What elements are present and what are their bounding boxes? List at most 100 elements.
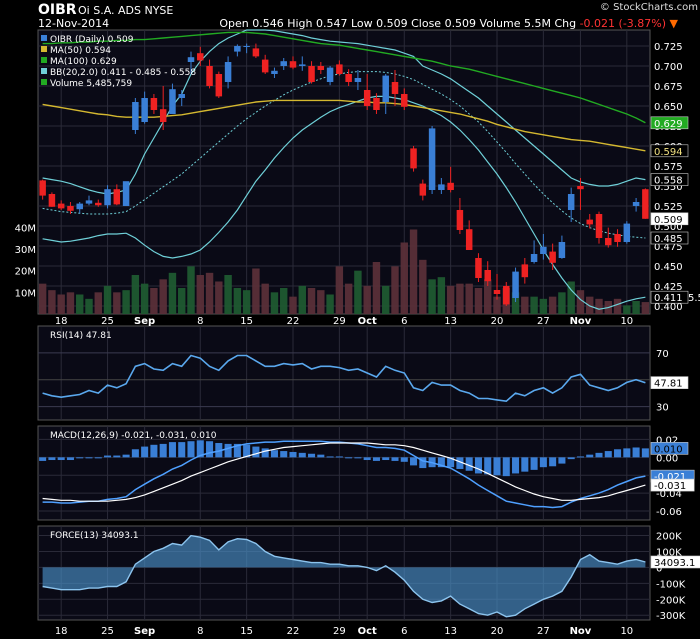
candle-body	[391, 82, 399, 94]
macd-histogram-bar	[345, 457, 353, 459]
candle-body	[512, 271, 519, 298]
candle-body	[438, 184, 445, 190]
price-value-tag: 0.594	[654, 147, 683, 158]
macd-histogram-bar	[632, 447, 640, 458]
candle-body	[447, 182, 454, 190]
candle-body	[465, 229, 473, 250]
candle-body	[39, 180, 46, 196]
macd-value-tag: -0.031	[654, 481, 686, 492]
force-value-tag: 34093.1	[654, 558, 695, 569]
volume-bar	[344, 283, 353, 314]
x-tick-label-bottom: Nov	[570, 626, 592, 637]
volume-bar	[242, 290, 251, 314]
x-tick-label-top: 29	[333, 316, 346, 327]
macd-histogram-bar	[94, 457, 102, 459]
candle-body	[567, 194, 575, 210]
candle-body	[187, 57, 195, 62]
x-tick-label-bottom: 13	[444, 626, 457, 637]
force-tick-label: -200K	[656, 595, 686, 606]
volume-tick-label: 20M	[15, 267, 36, 278]
volume-bar	[465, 283, 473, 314]
volume-bar	[289, 296, 297, 314]
candle-body	[345, 74, 352, 82]
x-tick-label-top: 18	[55, 316, 68, 327]
price-legend-entry: BB(20,2.0) 0.411 - 0.485 - 0.558	[50, 68, 196, 78]
x-tick-label-top: 27	[537, 316, 550, 327]
volume-bar	[298, 285, 306, 314]
candle-body	[623, 223, 631, 242]
macd-histogram-bar	[614, 449, 622, 458]
candle-body	[401, 94, 408, 107]
macd-histogram-bar	[57, 457, 65, 461]
force-tick-label: -300K	[656, 611, 686, 622]
volume-bar	[85, 298, 93, 314]
force-legend: FORCE(13) 34093.1	[50, 531, 139, 541]
volume-bar	[521, 296, 529, 314]
macd-histogram-bar	[48, 457, 56, 461]
volume-bar	[409, 229, 418, 314]
x-tick-label-top: 6	[401, 316, 407, 327]
candle-body	[169, 89, 176, 114]
candle-body	[85, 200, 93, 204]
macd-histogram-bar	[502, 457, 510, 477]
volume-bar	[419, 259, 427, 314]
candle-body	[521, 264, 529, 278]
candle-body	[410, 148, 417, 169]
x-tick-label-bottom: 27	[537, 626, 550, 637]
candle-body	[261, 59, 269, 73]
candle-body	[308, 66, 315, 82]
x-tick-label-top: 13	[444, 316, 457, 327]
price-value-tag: 0.629	[654, 119, 683, 130]
x-tick-label-bottom: 10	[620, 626, 633, 637]
force-tick-label: 200K	[656, 532, 682, 543]
volume-bar	[317, 290, 325, 314]
candle-body	[530, 254, 538, 262]
volume-bar	[595, 298, 603, 314]
macd-histogram-bar	[270, 450, 278, 458]
candle-body	[67, 206, 74, 211]
macd-histogram-bar	[335, 456, 343, 458]
x-tick-label-top: Oct	[358, 316, 377, 327]
volume-bar	[354, 270, 362, 314]
price-value-tag: 0.558	[654, 176, 683, 187]
candle-body	[299, 64, 306, 66]
volume-bar	[446, 285, 455, 314]
macd-histogram-bar	[354, 457, 362, 459]
volume-bar	[372, 262, 381, 314]
volume-bar	[261, 283, 269, 314]
candle-body	[336, 64, 343, 74]
price-legend-entry: MA(100) 0.629	[50, 57, 117, 67]
volume-bar	[307, 288, 316, 314]
candle-body	[642, 189, 649, 219]
macd-histogram-bar	[289, 451, 297, 458]
macd-histogram-bar	[187, 441, 195, 458]
x-tick-label-top: Sep	[134, 316, 155, 327]
macd-histogram-bar	[178, 442, 186, 458]
volume-bar	[38, 283, 47, 314]
macd-histogram-bar	[410, 457, 418, 466]
candle-body	[549, 251, 556, 263]
volume-bar	[224, 275, 232, 314]
volume-bar	[159, 279, 167, 314]
macd-histogram-bar	[39, 457, 47, 461]
macd-histogram-bar	[595, 452, 603, 458]
macd-histogram-bar	[641, 448, 649, 458]
price-legend-entry: OIBR (Daily) 0.509	[50, 35, 134, 45]
legend-swatch	[41, 68, 47, 74]
volume-value-tag: 5.59	[688, 293, 700, 304]
candle-body	[197, 53, 204, 61]
rsi-panel	[37, 325, 651, 421]
macd-histogram-bar	[549, 457, 557, 467]
macd-histogram-bar	[382, 457, 390, 461]
legend-swatch	[41, 35, 47, 41]
macd-legend: MACD(12,26,9) -0.021, -0.031, 0.010	[50, 431, 217, 441]
volume-bar	[122, 290, 130, 314]
candle-body	[605, 238, 612, 246]
macd-histogram-bar	[168, 442, 176, 458]
candle-body	[493, 290, 501, 294]
price-tick-label: 0.525	[654, 202, 683, 213]
macd-histogram-bar	[113, 455, 121, 458]
candle-body	[95, 202, 102, 206]
macd-histogram-bar	[66, 457, 74, 461]
candle-body	[614, 234, 621, 242]
